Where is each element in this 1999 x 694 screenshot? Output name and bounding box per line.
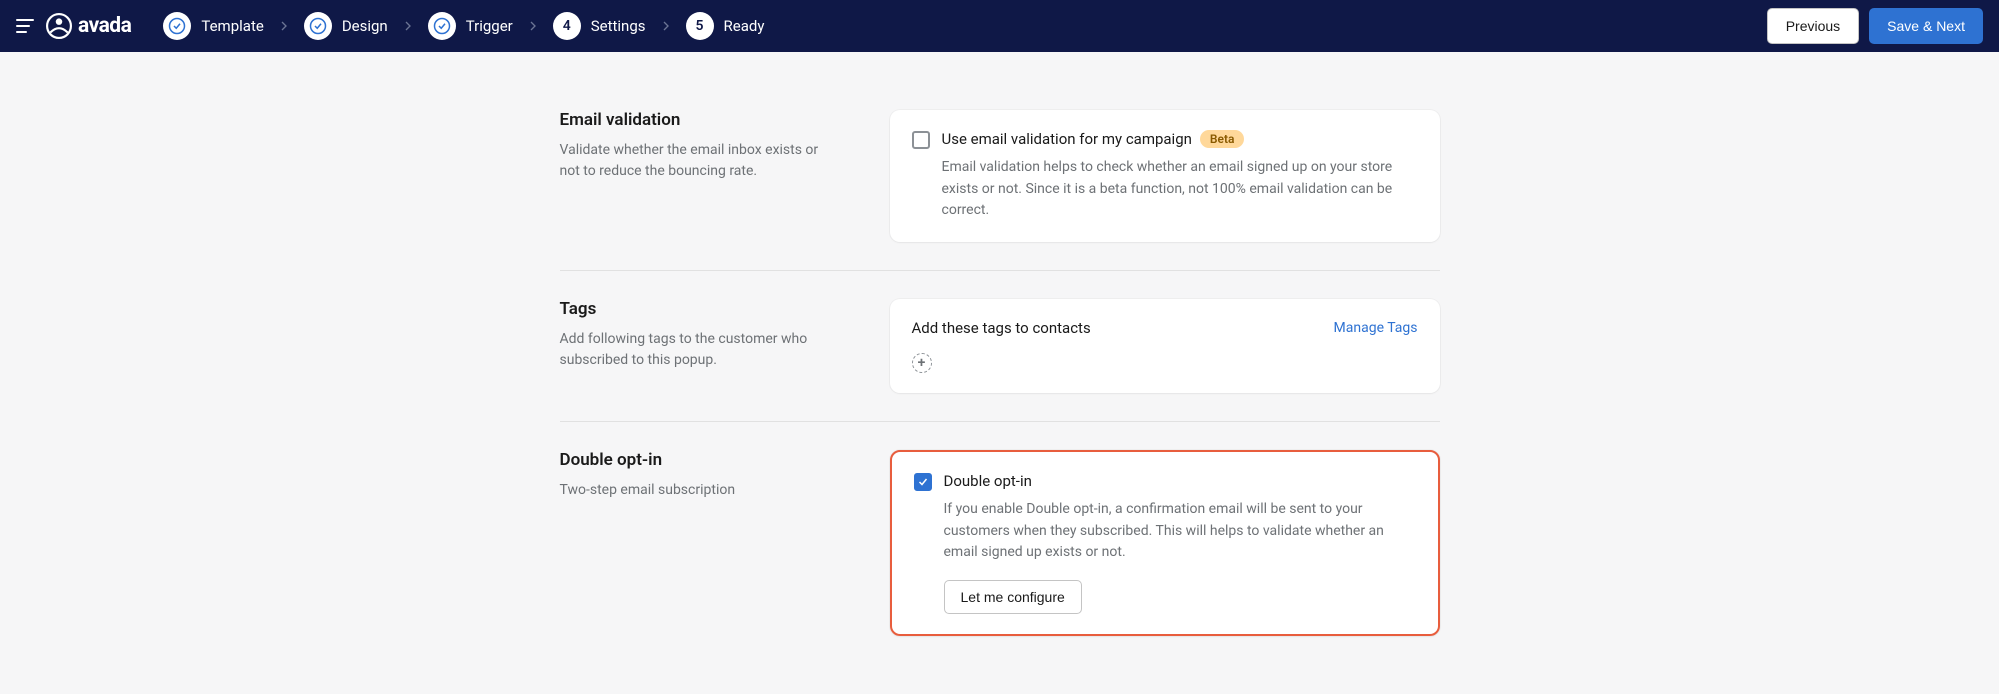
check-label: Use email validation for my campaign Bet…	[942, 130, 1245, 148]
section-title: Tags	[560, 299, 830, 319]
manage-tags-link[interactable]: Manage Tags	[1334, 320, 1418, 336]
check-circle-icon	[304, 12, 332, 40]
container: Email validation Validate whether the em…	[560, 82, 1440, 664]
step-settings[interactable]: 4 Settings	[553, 12, 646, 40]
section-desc: Two-step email subscription	[560, 480, 830, 501]
header: avada Template Design Trigger 4 Settings	[0, 0, 1999, 52]
check-label-text: Double opt-in	[944, 472, 1032, 490]
section-left: Email validation Validate whether the em…	[560, 110, 830, 242]
check-label-text: Use email validation for my campaign	[942, 130, 1192, 148]
section-left: Double opt-in Two-step email subscriptio…	[560, 450, 830, 636]
card-desc: Email validation helps to check whether …	[942, 157, 1418, 222]
step-template[interactable]: Template	[163, 12, 263, 40]
steps: Template Design Trigger 4 Settings 5 Rea…	[163, 12, 764, 40]
tags-header: Add these tags to contacts Manage Tags	[912, 319, 1418, 337]
check-label: Double opt-in	[944, 472, 1032, 490]
chevron-right-icon	[276, 18, 292, 34]
section-title: Double opt-in	[560, 450, 830, 470]
card-desc: If you enable Double opt-in, a confirmat…	[944, 499, 1416, 564]
section-desc: Add following tags to the customer who s…	[560, 329, 830, 371]
logo-icon	[46, 13, 72, 39]
step-ready[interactable]: 5 Ready	[686, 12, 765, 40]
tags-card: Add these tags to contacts Manage Tags +	[890, 299, 1440, 393]
header-right: Previous Save & Next	[1767, 8, 1983, 44]
menu-icon[interactable]	[16, 19, 34, 33]
chevron-right-icon	[400, 18, 416, 34]
step-label: Template	[201, 17, 263, 35]
step-design[interactable]: Design	[304, 12, 388, 40]
check-row: Use email validation for my campaign Bet…	[912, 130, 1418, 149]
logo: avada	[46, 13, 131, 39]
chevron-right-icon	[658, 18, 674, 34]
section-tags: Tags Add following tags to the customer …	[560, 270, 1440, 421]
check-circle-icon	[163, 12, 191, 40]
validation-card: Use email validation for my campaign Bet…	[890, 110, 1440, 242]
section-double-optin: Double opt-in Two-step email subscriptio…	[560, 421, 1440, 664]
step-number: 5	[686, 12, 714, 40]
optin-card: Double opt-in If you enable Double opt-i…	[890, 450, 1440, 636]
optin-checkbox[interactable]	[914, 473, 932, 491]
tags-title: Add these tags to contacts	[912, 319, 1091, 337]
validation-checkbox[interactable]	[912, 131, 930, 149]
step-number: 4	[553, 12, 581, 40]
check-circle-icon	[428, 12, 456, 40]
logo-text: avada	[78, 14, 131, 38]
section-title: Email validation	[560, 110, 830, 130]
step-label: Settings	[591, 17, 646, 35]
step-label: Design	[342, 17, 388, 35]
section-desc: Validate whether the email inbox exists …	[560, 140, 830, 182]
chevron-right-icon	[525, 18, 541, 34]
add-tag-button[interactable]: +	[912, 353, 932, 373]
save-next-button[interactable]: Save & Next	[1869, 8, 1983, 44]
content: Email validation Validate whether the em…	[0, 52, 1999, 694]
check-row: Double opt-in	[914, 472, 1416, 491]
step-label: Trigger	[466, 17, 513, 35]
section-left: Tags Add following tags to the customer …	[560, 299, 830, 393]
section-email-validation: Email validation Validate whether the em…	[560, 82, 1440, 270]
configure-button[interactable]: Let me configure	[944, 580, 1082, 614]
header-left: avada Template Design Trigger 4 Settings	[16, 12, 764, 40]
previous-button[interactable]: Previous	[1767, 8, 1859, 44]
beta-badge: Beta	[1200, 130, 1245, 148]
step-label: Ready	[724, 17, 765, 35]
step-trigger[interactable]: Trigger	[428, 12, 513, 40]
